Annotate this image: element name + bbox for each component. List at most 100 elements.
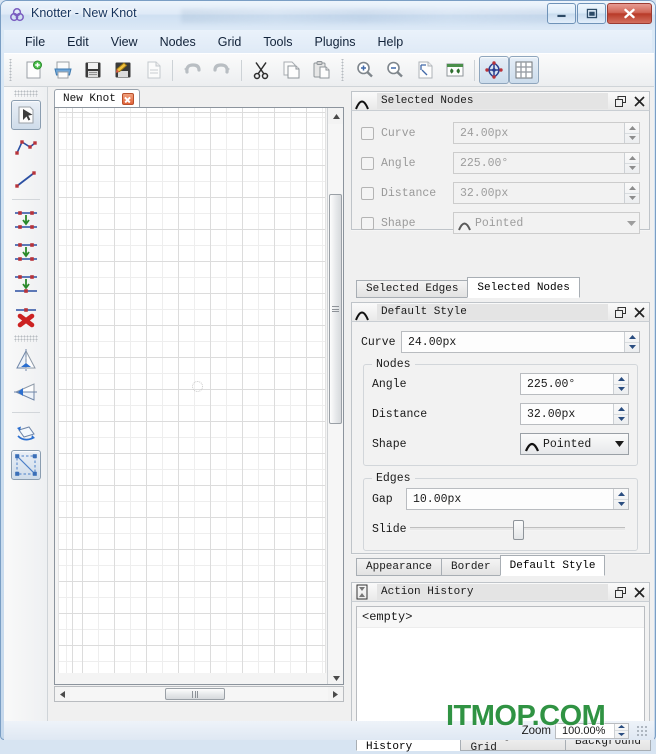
selected-nodes-distance-spinbox[interactable]: 32.00px <box>453 182 640 204</box>
selected-nodes-shape-checkbox[interactable] <box>361 216 374 230</box>
toolbar-drag-grip[interactable] <box>8 59 15 81</box>
menu-edit[interactable]: Edit <box>56 33 100 51</box>
stepper-up-icon[interactable] <box>625 123 639 134</box>
scroll-down-arrow-icon[interactable] <box>328 670 343 684</box>
zoom-in-icon[interactable] <box>350 56 380 84</box>
cut-icon[interactable] <box>246 56 276 84</box>
default-style-curve-stepper[interactable] <box>624 332 639 352</box>
merge-nodes-icon[interactable] <box>11 237 41 267</box>
zoom-fit-width-icon[interactable] <box>440 56 470 84</box>
selected-nodes-curve-checkbox[interactable] <box>361 126 374 140</box>
stepper-down-icon[interactable] <box>625 164 639 174</box>
action-history-list[interactable]: <empty> <box>356 606 645 724</box>
menu-nodes[interactable]: Nodes <box>149 33 207 51</box>
origin-node-circle[interactable] <box>192 381 203 392</box>
toolbar-drag-grip-2[interactable] <box>340 59 347 81</box>
menu-grid[interactable]: Grid <box>207 33 253 51</box>
selected-nodes-angle-spinbox[interactable]: 225.00° <box>453 152 640 174</box>
default-style-shape-combobox[interactable]: Pointed <box>520 433 629 455</box>
stepper-down-icon[interactable] <box>614 500 628 510</box>
stepper-up-icon[interactable] <box>614 489 628 500</box>
undock-panel-icon[interactable] <box>613 305 627 319</box>
menu-help[interactable]: Help <box>367 33 415 51</box>
chevron-down-icon[interactable] <box>623 220 639 226</box>
stepper-up-icon[interactable] <box>625 332 639 343</box>
toggle-grid-icon[interactable] <box>509 56 539 84</box>
open-file-icon[interactable] <box>48 56 78 84</box>
draw-line-tool-icon[interactable] <box>11 164 41 194</box>
default-style-distance-stepper[interactable] <box>613 404 628 424</box>
canvas-horizontal-scroll-thumb[interactable] <box>165 688 225 700</box>
paste-icon[interactable] <box>306 56 336 84</box>
default-style-gap-stepper[interactable] <box>613 489 628 509</box>
default-style-curve-spinbox[interactable]: 24.00px <box>401 331 640 353</box>
draw-polyline-tool-icon[interactable] <box>11 132 41 162</box>
minimize-button[interactable] <box>547 3 576 24</box>
link-nodes-icon[interactable] <box>11 205 41 235</box>
canvas-vertical-scrollbar[interactable] <box>327 108 343 684</box>
canvas-vertical-scroll-thumb[interactable] <box>329 194 342 424</box>
default-style-gap-spinbox[interactable]: 10.00px <box>406 488 629 510</box>
slide-slider-handle[interactable] <box>513 520 525 540</box>
stepper-down-icon[interactable] <box>615 731 628 738</box>
undock-panel-icon[interactable] <box>613 585 627 599</box>
save-icon[interactable] <box>78 56 108 84</box>
scroll-up-arrow-icon[interactable] <box>328 108 343 124</box>
save-as-icon[interactable] <box>108 56 138 84</box>
selected-nodes-angle-stepper[interactable] <box>624 153 639 173</box>
select-arrow-tool-icon[interactable] <box>10 100 41 130</box>
close-panel-icon[interactable] <box>632 305 646 319</box>
stepper-down-icon[interactable] <box>625 194 639 204</box>
list-item[interactable]: <empty> <box>357 607 644 628</box>
menu-file[interactable]: File <box>14 33 56 51</box>
default-style-angle-spinbox[interactable]: 225.00° <box>520 373 629 395</box>
menu-view[interactable]: View <box>100 33 149 51</box>
zoom-spinbox[interactable]: 100.00% <box>555 722 629 739</box>
flip-horizontal-icon[interactable] <box>11 377 41 407</box>
selected-nodes-distance-stepper[interactable] <box>624 183 639 203</box>
selected-nodes-angle-checkbox[interactable] <box>361 156 374 170</box>
rotate-icon[interactable] <box>11 418 41 448</box>
document-tab-new-knot[interactable]: New Knot <box>54 89 140 108</box>
zoom-fit-page-icon[interactable] <box>410 56 440 84</box>
default-style-slide-slider[interactable] <box>410 520 625 540</box>
menu-plugins[interactable]: Plugins <box>304 33 367 51</box>
tab-selected-nodes[interactable]: Selected Nodes <box>467 277 580 298</box>
tab-appearance[interactable]: Appearance <box>356 558 443 576</box>
tools-toolbar-drag-grip-2[interactable] <box>13 335 38 342</box>
stepper-up-icon[interactable] <box>614 404 628 415</box>
tab-default-style[interactable]: Default Style <box>499 555 606 576</box>
flip-vertical-icon[interactable] <box>11 345 41 375</box>
undo-icon[interactable] <box>177 56 207 84</box>
close-panel-icon[interactable] <box>632 585 646 599</box>
export-icon[interactable] <box>138 56 168 84</box>
stepper-down-icon[interactable] <box>625 343 639 353</box>
canvas-page[interactable] <box>58 108 326 673</box>
selected-nodes-shape-combobox[interactable]: Pointed <box>453 212 640 234</box>
tab-selected-edges[interactable]: Selected Edges <box>356 280 469 298</box>
redo-icon[interactable] <box>207 56 237 84</box>
stepper-down-icon[interactable] <box>614 415 628 425</box>
break-edge-icon[interactable] <box>11 269 41 299</box>
selected-nodes-distance-checkbox[interactable] <box>361 186 374 200</box>
close-tab-icon[interactable] <box>121 93 134 105</box>
copy-icon[interactable] <box>276 56 306 84</box>
close-window-button[interactable] <box>607 3 652 24</box>
toggle-knot-icon[interactable] <box>479 56 509 84</box>
tools-toolbar-drag-grip[interactable] <box>13 90 38 97</box>
default-style-angle-stepper[interactable] <box>613 374 628 394</box>
default-style-distance-spinbox[interactable]: 32.00px <box>520 403 629 425</box>
knot-canvas[interactable] <box>54 107 344 685</box>
zoom-out-icon[interactable] <box>380 56 410 84</box>
stepper-up-icon[interactable] <box>625 183 639 194</box>
maximize-restore-button[interactable] <box>577 3 606 24</box>
resize-grip-icon[interactable] <box>636 724 648 737</box>
tab-border[interactable]: Border <box>441 558 501 576</box>
stepper-up-icon[interactable] <box>625 153 639 164</box>
menu-tools[interactable]: Tools <box>252 33 303 51</box>
undock-panel-icon[interactable] <box>613 94 627 108</box>
stepper-down-icon[interactable] <box>614 385 628 395</box>
selected-nodes-curve-stepper[interactable] <box>624 123 639 143</box>
scroll-left-arrow-icon[interactable] <box>55 687 70 701</box>
scroll-right-arrow-icon[interactable] <box>328 687 343 701</box>
